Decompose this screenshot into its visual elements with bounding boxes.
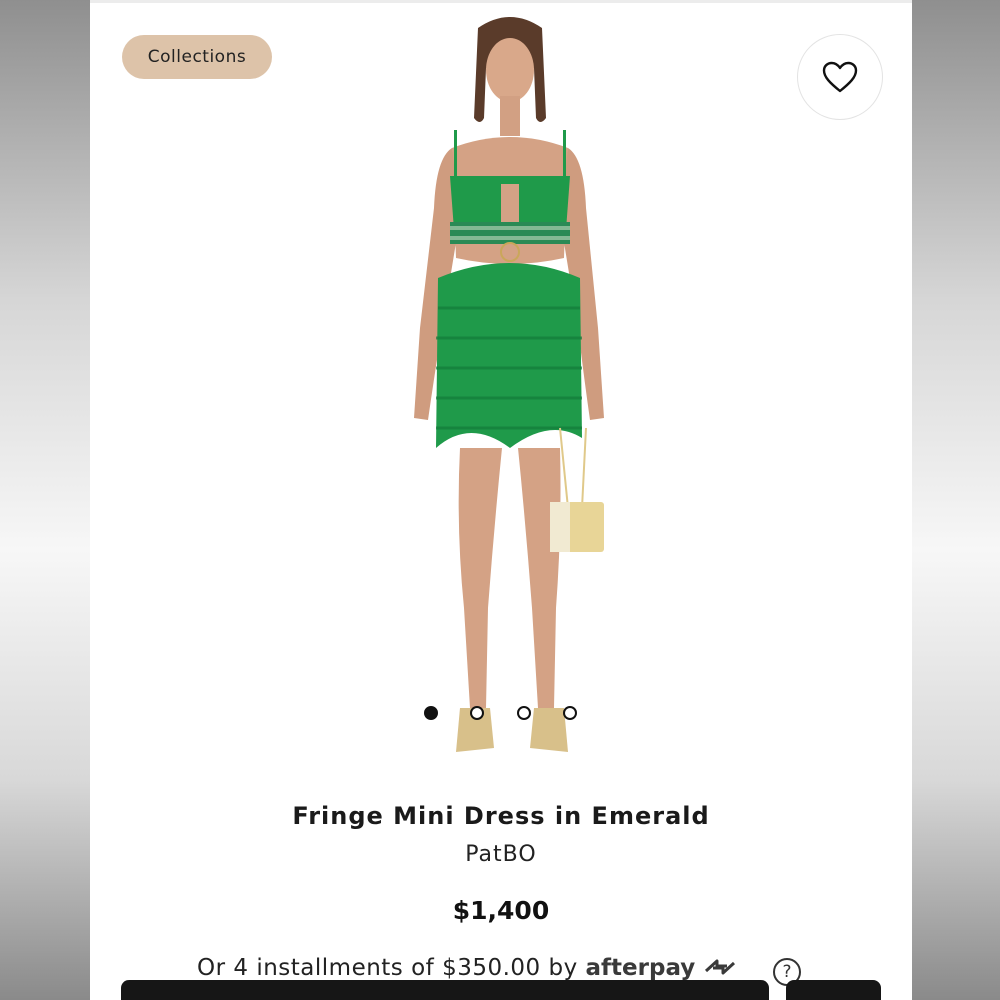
carousel-dot-1[interactable] <box>424 706 438 720</box>
carousel-dot-2[interactable] <box>470 706 484 720</box>
add-to-bag-button[interactable] <box>121 980 769 1000</box>
installments-text: Or 4 installments of $350.00 by <box>197 955 578 981</box>
left-backdrop <box>0 0 90 1000</box>
afterpay-logo: afterpay <box>585 955 696 981</box>
heart-icon <box>822 61 858 93</box>
product-image[interactable] <box>390 8 630 788</box>
collections-label: Collections <box>147 47 247 67</box>
product-price: $1,400 <box>452 896 550 925</box>
top-divider <box>90 0 912 3</box>
product-title: Fringe Mini Dress in Emerald <box>292 802 710 830</box>
afterpay-arrows-icon <box>705 959 736 975</box>
product-brand[interactable]: PatBO <box>90 842 912 867</box>
afterpay-installments: Or 4 installments of $350.00 by afterpay <box>197 955 817 981</box>
right-backdrop <box>912 0 1000 1000</box>
image-carousel-indicator <box>90 706 912 722</box>
carousel-dot-3[interactable] <box>517 706 531 720</box>
favorite-button[interactable] <box>797 34 883 120</box>
product-page: Collections Fringe Mini Dress in Emerald… <box>90 0 912 1000</box>
secondary-action-button[interactable] <box>786 980 881 1000</box>
carousel-dot-4[interactable] <box>563 706 577 720</box>
collections-button[interactable]: Collections <box>122 35 272 79</box>
